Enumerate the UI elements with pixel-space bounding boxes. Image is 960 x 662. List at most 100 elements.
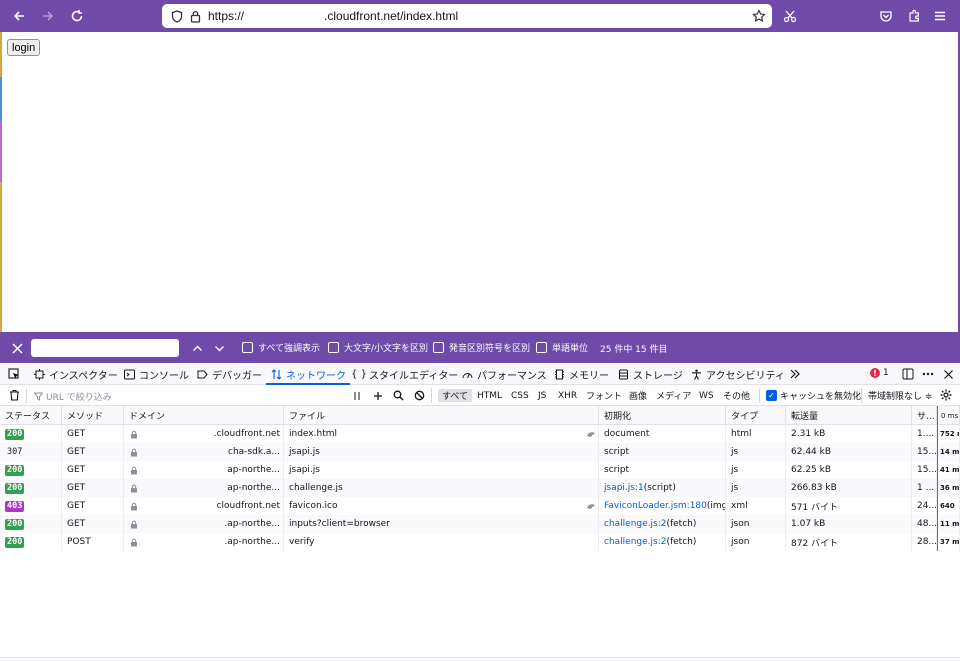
- find-previous-button[interactable]: [188, 339, 206, 357]
- filter-type-css[interactable]: CSS: [507, 389, 533, 402]
- column-file[interactable]: ファイル: [284, 406, 599, 425]
- column-transferred[interactable]: 転送量: [786, 406, 912, 425]
- url-prefix: https://: [208, 9, 245, 23]
- column-size[interactable]: サ...: [912, 406, 937, 425]
- more-tools-chevron-icon[interactable]: [788, 367, 802, 381]
- highlight-all-checkbox[interactable]: すべて強調表示: [242, 341, 320, 354]
- disable-cache-checkbox[interactable]: ✓ キャッシュを無効化: [766, 389, 861, 402]
- app-menu-button[interactable]: [928, 4, 952, 28]
- table-cell: 24...: [912, 497, 937, 515]
- tab-network[interactable]: ネットワーク: [266, 363, 350, 385]
- column-status[interactable]: ステータス: [0, 406, 62, 425]
- column-waterfall[interactable]: 0 ms: [937, 406, 960, 425]
- filter-type-media[interactable]: メディア: [652, 389, 695, 402]
- table-row[interactable]: 200 GET .ap-northe... inputs?client=browser…: [0, 515, 960, 533]
- url-bar[interactable]: https:// .cloudfront.net/index.html: [162, 4, 772, 28]
- separator: [759, 388, 760, 403]
- match-case-checkbox[interactable]: 大文字/小文字を区別: [328, 341, 428, 354]
- extensions-button[interactable]: [902, 4, 926, 28]
- filter-type-xhr[interactable]: XHR: [554, 389, 581, 402]
- transfer-size: 1.07 kB: [791, 519, 826, 529]
- match-diacritics-label: 発音区別符号を区別: [449, 344, 531, 354]
- table-cell: verify: [284, 533, 599, 551]
- table-cell: 62.25 kB: [786, 461, 912, 479]
- element-picker-icon[interactable]: [7, 367, 21, 381]
- screenshot-button[interactable]: [778, 4, 802, 28]
- gear-icon[interactable]: [939, 388, 953, 402]
- table-cell: cloudfront.net: [124, 497, 284, 515]
- request-type: json: [731, 519, 750, 529]
- inspector-icon: [33, 368, 45, 380]
- initiator-link[interactable]: challenge.js:2: [604, 537, 666, 547]
- table-row[interactable]: 307 GET cha-sdk.a... jsapi.js script js 62.44 …: [0, 443, 960, 461]
- block-requests-icon[interactable]: [413, 389, 426, 402]
- table-row[interactable]: 403 GET cloudfront.net favicon.ico FaviconLo…: [0, 497, 960, 515]
- error-count-badge[interactable]: ! 1: [870, 368, 889, 378]
- dock-toggle-icon[interactable]: [901, 367, 915, 381]
- table-row[interactable]: 200 GET .cloudfront.net index.html document h…: [0, 425, 960, 443]
- pocket-button[interactable]: [874, 4, 898, 28]
- login-button[interactable]: login: [7, 39, 41, 56]
- column-initiator[interactable]: 初期化: [599, 406, 726, 425]
- table-cell: GET: [62, 515, 124, 533]
- status-badge: 200: [5, 428, 25, 440]
- tracking-protection-shield-icon[interactable]: [168, 7, 186, 25]
- forward-button[interactable]: [35, 3, 61, 29]
- resource-size: 48...: [917, 519, 937, 529]
- tab-console[interactable]: コンソール: [123, 363, 189, 385]
- initiator-link[interactable]: challenge.js:2: [604, 519, 666, 529]
- tab-accessibility[interactable]: アクセシビリティ: [690, 363, 785, 385]
- tab-label: メモリー: [569, 370, 609, 382]
- table-cell: 15...: [912, 443, 937, 461]
- bookmark-star-icon[interactable]: [750, 7, 768, 25]
- whole-words-checkbox[interactable]: 単語単位: [536, 341, 588, 354]
- find-next-button[interactable]: [210, 339, 228, 357]
- trash-icon[interactable]: [8, 389, 20, 401]
- tab-memory[interactable]: メモリー: [553, 363, 609, 385]
- throttling-select[interactable]: 帯域制限なし ≑: [868, 389, 932, 402]
- lock-icon[interactable]: [186, 7, 204, 25]
- devtools-close-icon[interactable]: [941, 367, 955, 381]
- search-icon[interactable]: [392, 389, 405, 402]
- table-cell: cha-sdk.a...: [124, 443, 284, 461]
- column-type[interactable]: タイプ: [726, 406, 786, 425]
- url-text[interactable]: https:// .cloudfront.net/index.html: [208, 9, 458, 23]
- filter-type-images[interactable]: 画像: [625, 389, 651, 402]
- initiator-link[interactable]: jsapi.js:1: [604, 483, 644, 493]
- more-options-icon[interactable]: [921, 367, 935, 381]
- url-filter-input[interactable]: URL で絞り込み: [34, 390, 112, 403]
- reload-button[interactable]: [64, 3, 90, 29]
- request-domain: cha-sdk.a...: [228, 447, 280, 457]
- tab-inspector[interactable]: インスペクター: [33, 363, 118, 385]
- table-row[interactable]: 200 POST .ap-northe... verify challenge.js:2…: [0, 533, 960, 551]
- filter-type-fonts[interactable]: フォント: [582, 389, 626, 402]
- filter-type-html[interactable]: HTML: [473, 389, 506, 402]
- url-filter-placeholder: URL で絞り込み: [46, 393, 112, 403]
- memory-icon: [553, 368, 565, 380]
- filter-type-js[interactable]: JS: [534, 389, 550, 402]
- pause-recording-icon[interactable]: [350, 389, 363, 402]
- filter-type-all[interactable]: すべて: [438, 389, 473, 402]
- network-icon: [270, 368, 282, 380]
- tab-performance[interactable]: パフォーマンス: [461, 363, 547, 385]
- column-method[interactable]: メソッド: [62, 406, 124, 425]
- table-cell: favicon.ico: [284, 497, 599, 515]
- find-input[interactable]: [31, 339, 179, 357]
- back-button[interactable]: [6, 3, 32, 29]
- match-diacritics-checkbox[interactable]: 発音区別符号を区別: [433, 341, 530, 354]
- initiator-link[interactable]: FaviconLoader.jsm:180: [604, 501, 707, 511]
- tab-style-editor[interactable]: { } スタイルエディター: [351, 363, 458, 385]
- filter-type-other[interactable]: その他: [719, 389, 754, 402]
- add-request-blocking-icon[interactable]: [371, 389, 384, 402]
- table-cell: document: [599, 425, 726, 443]
- table-cell: 11 m: [937, 515, 960, 533]
- table-row[interactable]: 200 GET ap-northe... jsapi.js script js 62.25 …: [0, 461, 960, 479]
- tab-debugger[interactable]: デバッガー: [196, 363, 262, 385]
- request-file: inputs?client=browser: [289, 519, 390, 529]
- filter-type-ws[interactable]: WS: [695, 389, 718, 402]
- tab-storage[interactable]: ストレージ: [617, 363, 683, 385]
- find-close-button[interactable]: [8, 339, 26, 357]
- table-row[interactable]: 200 GET ap-northe... challenge.js jsapi.js:1…: [0, 479, 960, 497]
- column-domain[interactable]: ドメイン: [124, 406, 284, 425]
- table-cell: 640: [937, 497, 960, 515]
